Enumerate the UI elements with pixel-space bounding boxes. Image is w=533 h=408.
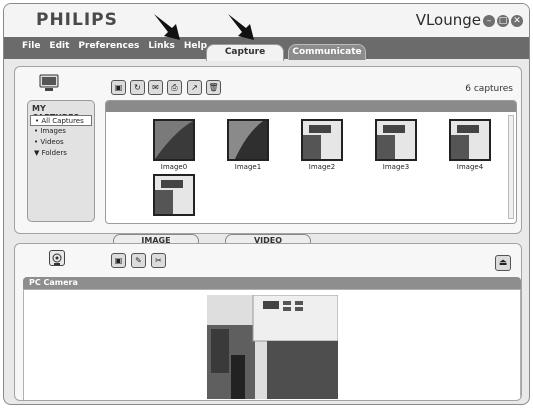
vlounge-window: PHILIPS VLounge – □ ✕ File Edit Preferen… — [3, 3, 530, 405]
eject-icon[interactable]: ⏏ — [495, 255, 511, 271]
sidebar-item-images[interactable]: • Images — [30, 126, 92, 137]
close-button[interactable]: ✕ — [511, 15, 523, 27]
captures-gallery: Image0 Image1 Image2 Image3 Image4 — [105, 100, 517, 224]
thumbnail[interactable]: Image0 — [151, 119, 197, 171]
sidebar-item-all-captures[interactable]: • All Captures — [30, 115, 92, 126]
thumbnail-image — [449, 119, 491, 161]
sidebar-item-videos[interactable]: • Videos — [30, 137, 92, 148]
bullet-icon: • — [34, 138, 39, 146]
bullet-icon: • — [35, 117, 40, 125]
bullet-icon: • — [34, 127, 39, 135]
thumbnail-label: Image0 — [160, 163, 188, 171]
tab-capture[interactable]: Capture — [206, 44, 284, 61]
gallery-header — [106, 101, 516, 112]
minimize-button[interactable]: – — [483, 15, 495, 27]
snapshot-icon[interactable]: ▣ — [111, 253, 126, 268]
thumbnail[interactable]: Image3 — [373, 119, 419, 171]
effects-icon[interactable]: ✂ — [151, 253, 166, 268]
maximize-button[interactable]: □ — [497, 15, 509, 27]
thumbnail[interactable] — [151, 174, 197, 218]
thumbnail-label: Image4 — [456, 163, 484, 171]
thumbnail-image — [153, 119, 195, 161]
sidebar-item-label: Videos — [40, 138, 64, 146]
monitor-icon — [39, 74, 59, 91]
brand-logo: PHILIPS — [36, 10, 118, 30]
view-icon[interactable]: ▣ — [111, 80, 126, 95]
sidebar-item-folders[interactable]: ▼ Folders — [30, 148, 92, 159]
thumbnail-image — [153, 174, 195, 216]
captures-count: 6 captures — [465, 84, 513, 94]
webcam-icon[interactable] — [49, 250, 65, 266]
thumbnail-image — [375, 119, 417, 161]
pointer-arrow-icon — [228, 14, 254, 40]
camera-preview — [207, 295, 338, 399]
thumbnail-image — [301, 119, 343, 161]
gallery-scrollbar[interactable] — [508, 115, 514, 219]
menu-preferences[interactable]: Preferences — [78, 41, 139, 51]
print-icon[interactable]: ⎙ — [167, 80, 182, 95]
title-bar: PHILIPS VLounge – □ ✕ — [4, 4, 529, 37]
chevron-down-icon: ▼ — [34, 149, 40, 157]
my-captures-sidebar: MY CAPTURES • All Captures • Images • Vi… — [27, 100, 95, 222]
tab-communicate[interactable]: Communicate — [288, 44, 366, 60]
thumbnail-label: Image3 — [382, 163, 410, 171]
rotate-icon[interactable]: ↻ — [130, 80, 145, 95]
capture-toolbar-mid: ✉ ⎙ — [148, 80, 182, 95]
menu-file[interactable]: File — [22, 41, 40, 51]
menu-edit[interactable]: Edit — [49, 41, 69, 51]
thumbnail-image — [227, 119, 269, 161]
camera-toolbar: ▣ ✎ ✂ — [111, 253, 166, 268]
capture-toolbar-right: ↗ 🗑 — [187, 80, 221, 95]
window-controls: – □ ✕ — [483, 15, 523, 27]
thumbnail[interactable]: Image1 — [225, 119, 271, 171]
sidebar-item-label: Images — [40, 127, 66, 135]
app-title: VLounge — [415, 11, 481, 29]
pointer-arrow-icon — [154, 14, 180, 40]
menu-bar: File Edit Preferences Links Help Capture… — [4, 37, 529, 61]
capture-toolbar-left: ▣ ↻ — [111, 80, 145, 95]
sidebar-list: • All Captures • Images • Videos ▼ Folde… — [30, 115, 92, 159]
sidebar-item-label: All Captures — [41, 117, 84, 125]
export-icon[interactable]: ↗ — [187, 80, 202, 95]
captures-panel: ▣ ↻ ✉ ⎙ ↗ 🗑 6 captures MY CAPTURES • All… — [14, 66, 522, 248]
thumbnail-label: Image1 — [234, 163, 262, 171]
sidebar-item-label: Folders — [41, 149, 67, 157]
delete-icon[interactable]: 🗑 — [206, 80, 221, 95]
settings-wrench-icon[interactable]: ✎ — [131, 253, 146, 268]
thumbnail-label: Image2 — [308, 163, 336, 171]
thumbnail[interactable]: Image4 — [447, 119, 493, 171]
camera-view — [23, 289, 521, 400]
thumbnail[interactable]: Image2 — [299, 119, 345, 171]
camera-header: PC Camera — [23, 277, 521, 289]
camera-label: PC Camera — [29, 278, 78, 287]
camera-panel: ▣ ✎ ✂ ⏏ PC Camera — [14, 243, 522, 401]
email-icon[interactable]: ✉ — [148, 80, 163, 95]
